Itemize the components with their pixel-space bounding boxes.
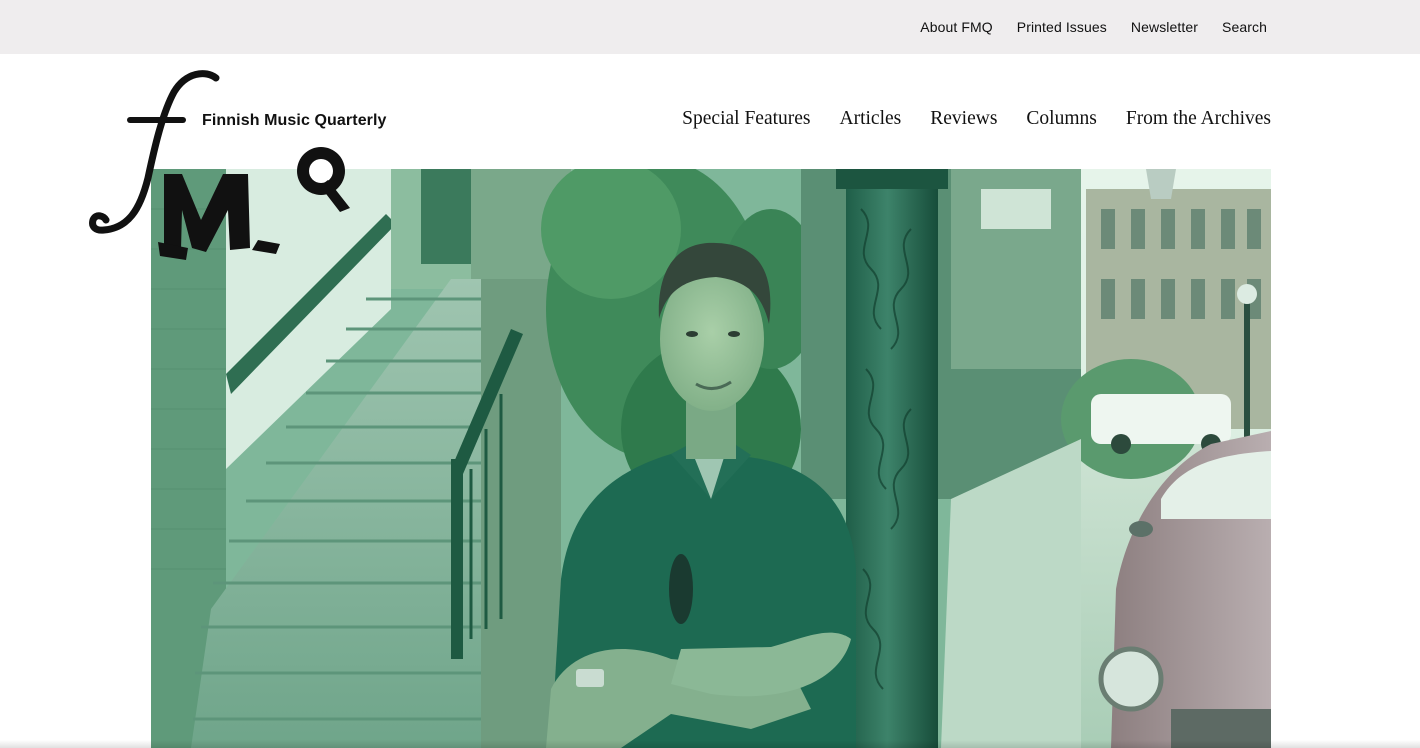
nav-special-features[interactable]: Special Features xyxy=(682,108,810,130)
utility-link-printed-issues[interactable]: Printed Issues xyxy=(1017,19,1107,35)
nav-columns[interactable]: Columns xyxy=(1026,108,1096,130)
bottom-shadow xyxy=(0,740,1420,748)
utility-link-newsletter[interactable]: Newsletter xyxy=(1131,19,1198,35)
fmq-logo[interactable]: Finnish Music Quarterly xyxy=(88,70,418,280)
nav-articles[interactable]: Articles xyxy=(840,108,902,130)
utility-link-about[interactable]: About FMQ xyxy=(920,19,992,35)
utility-link-search[interactable]: Search xyxy=(1222,19,1267,35)
logo-title: Finnish Music Quarterly xyxy=(202,112,387,129)
main-nav: Special Features Articles Reviews Column… xyxy=(682,108,1271,130)
nav-reviews[interactable]: Reviews xyxy=(930,108,997,130)
nav-from-the-archives[interactable]: From the Archives xyxy=(1126,108,1271,130)
utility-nav: About FMQ Printed Issues Newsletter Sear… xyxy=(920,0,1267,54)
fmq-logo-mark xyxy=(89,70,350,260)
utility-bar: About FMQ Printed Issues Newsletter Sear… xyxy=(0,0,1420,54)
